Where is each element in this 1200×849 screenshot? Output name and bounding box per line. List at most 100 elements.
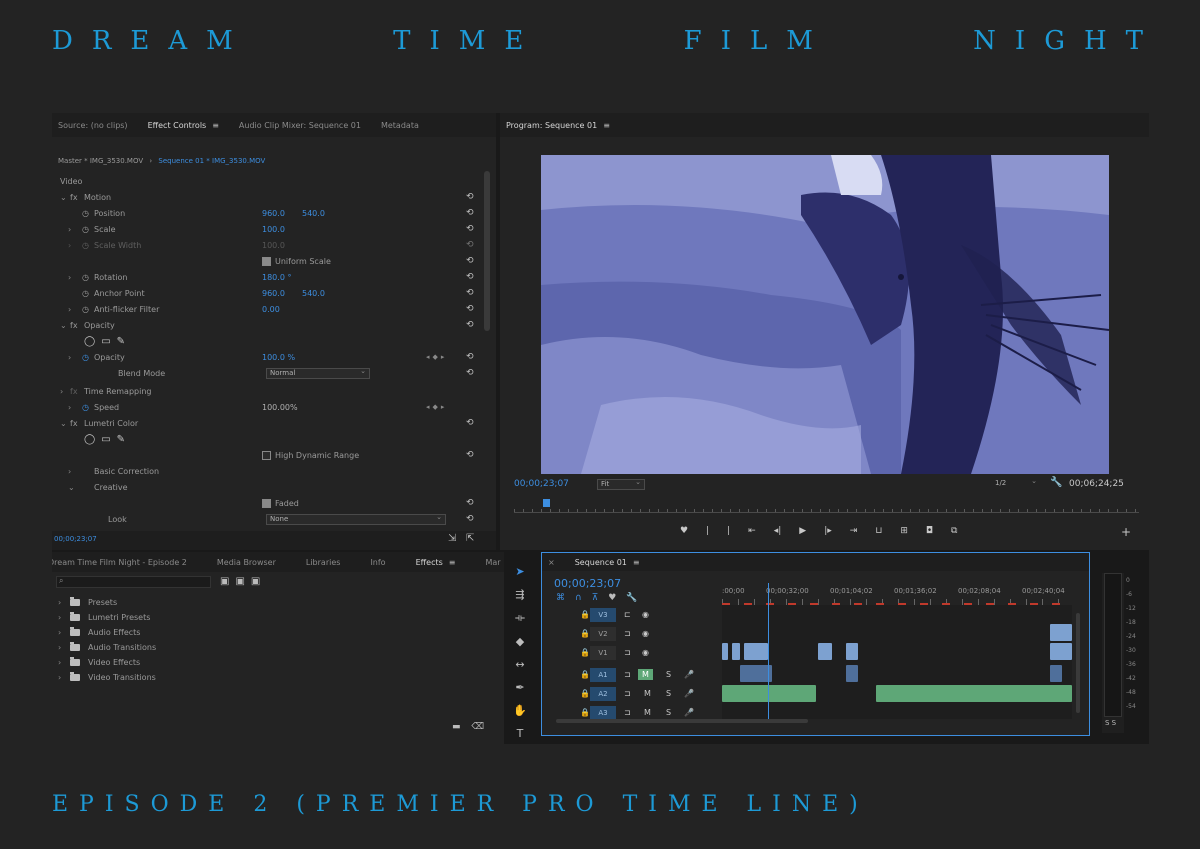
tab-program[interactable]: Program: Sequence 01 ≡ — [506, 121, 610, 130]
slip-tool-icon[interactable]: ↔ — [515, 658, 524, 671]
param-hdr[interactable]: High Dynamic Range ⟲ — [52, 447, 496, 463]
pen-tool-icon[interactable]: ✒ — [515, 681, 524, 694]
reset-icon[interactable]: ⟲ — [466, 256, 474, 266]
tab-effects[interactable]: Effects ≡ — [416, 558, 456, 567]
blend-mode-select[interactable]: Normal — [266, 367, 370, 379]
video-clip[interactable] — [732, 643, 740, 660]
list-item[interactable]: › Lumetri Presets — [58, 610, 150, 625]
eye-icon[interactable]: ◉ — [642, 648, 649, 657]
selection-tool-icon[interactable]: ➤ — [515, 565, 524, 578]
tab-metadata[interactable]: Metadata — [381, 121, 419, 130]
reset-icon[interactable]: ⟲ — [466, 320, 474, 330]
camera-icon[interactable]: ◘ — [926, 526, 933, 536]
step-back-icon[interactable]: ◂| — [774, 526, 782, 536]
ellipse-mask-icon[interactable]: ◯ — [84, 336, 101, 347]
voiceover-icon[interactable]: 🎤 — [684, 670, 694, 679]
list-item[interactable]: › Audio Transitions — [58, 640, 156, 655]
lock-icon[interactable]: 🔒 — [580, 629, 590, 638]
reset-icon[interactable]: ⟲ — [466, 288, 474, 298]
mute-toggle[interactable]: M — [638, 669, 653, 680]
hdr-checkbox[interactable] — [262, 450, 271, 460]
stopwatch-icon[interactable]: ◷ — [82, 225, 89, 234]
timeline-toggles[interactable]: ⌘∩⊼♥🔧 — [556, 593, 647, 603]
audio-clip[interactable] — [1050, 665, 1062, 682]
reset-icon[interactable]: ⟲ — [466, 450, 474, 460]
reset-icon[interactable]: ⟲ — [466, 514, 474, 524]
close-icon[interactable]: × — [548, 558, 555, 567]
list-item[interactable]: › Audio Effects — [58, 625, 140, 640]
resolution-select[interactable]: 1/2 — [992, 477, 1040, 490]
solo-toggle[interactable]: S — [666, 708, 671, 717]
wrench-icon[interactable]: 🔧 — [1050, 477, 1062, 488]
lock-icon[interactable]: 🔒 — [580, 689, 590, 698]
stopwatch-icon[interactable]: ◷ — [82, 353, 89, 362]
video-clip[interactable] — [1050, 643, 1072, 660]
program-timecode[interactable]: 00;00;23;07 — [514, 479, 569, 489]
solo-toggle[interactable]: S — [666, 670, 671, 679]
effect-row-opacity[interactable]: ⌄ fx Opacity ⟲ — [52, 317, 496, 333]
eye-icon[interactable]: ◉ — [642, 610, 649, 619]
zoom-select[interactable]: Fit — [597, 478, 645, 490]
list-item[interactable]: › Presets — [58, 595, 117, 610]
go-to-out-icon[interactable]: ⇥ — [850, 526, 858, 536]
track-scrollbar[interactable] — [1076, 613, 1080, 713]
program-scrubber[interactable] — [514, 501, 1139, 513]
reset-icon[interactable]: ⟲ — [466, 192, 474, 202]
menu-icon[interactable]: ≡ — [212, 121, 219, 130]
go-to-in-icon[interactable]: ⇤ — [748, 526, 756, 536]
stopwatch-icon[interactable]: ◷ — [82, 289, 89, 298]
program-playhead[interactable] — [543, 499, 550, 507]
video-clip[interactable] — [846, 643, 858, 660]
type-tool-icon[interactable]: T — [517, 727, 524, 740]
reset-icon[interactable]: ⟲ — [466, 418, 474, 428]
mute-toggle[interactable]: M — [644, 708, 651, 717]
lock-icon[interactable]: 🔒 — [580, 670, 590, 679]
new-bin-icon[interactable]: ▬ ⌫ — [452, 722, 488, 732]
sync-icon[interactable]: ⊐ — [624, 708, 631, 717]
keyframe-nav-icon[interactable]: ◂◆▸ — [426, 353, 447, 361]
meter-solo-buttons[interactable]: S S — [1105, 719, 1116, 727]
pen-mask-icon[interactable]: ✎ — [117, 336, 131, 347]
lock-icon[interactable]: 🔒 — [580, 648, 590, 657]
tab-markers[interactable]: Mar — [485, 558, 500, 567]
effect-timecode[interactable]: 00;00;23;07 — [54, 535, 97, 543]
eye-icon[interactable]: ◉ — [642, 629, 649, 638]
voiceover-icon[interactable]: 🎤 — [684, 689, 694, 698]
audio-clip[interactable] — [846, 665, 858, 682]
tab-effect-controls[interactable]: Effect Controls ≡ — [148, 121, 219, 130]
list-item[interactable]: › Video Transitions — [58, 670, 156, 685]
param-faded[interactable]: Faded ⟲ — [52, 495, 496, 511]
export-icon[interactable]: ⇱ — [466, 533, 474, 544]
reset-icon[interactable]: ⟲ — [466, 368, 474, 378]
list-item[interactable]: › Video Effects — [58, 655, 140, 670]
effect-row-lumetri[interactable]: ⌄ fx Lumetri Color ⟲ — [52, 415, 496, 431]
razor-tool-icon[interactable]: ◆ — [516, 635, 524, 648]
solo-toggle[interactable]: S — [666, 689, 671, 698]
extract-icon[interactable]: ⊞ — [900, 526, 908, 536]
tab-media-browser[interactable]: Media Browser — [217, 558, 276, 567]
track-select-tool-icon[interactable]: ⇶ — [515, 588, 524, 601]
lock-icon[interactable]: 🔒 — [580, 610, 590, 619]
sequence-clip-label[interactable]: Sequence 01 * IMG_3530.MOV — [158, 157, 265, 165]
video-clip[interactable] — [1050, 624, 1072, 641]
video-clip[interactable] — [722, 643, 728, 660]
mark-in-icon[interactable]: | — [706, 526, 709, 536]
stopwatch-icon[interactable]: ◷ — [82, 403, 89, 412]
stopwatch-icon[interactable]: ◷ — [82, 305, 89, 314]
step-forward-icon[interactable]: |▸ — [824, 526, 832, 536]
reset-icon[interactable]: ⟲ — [466, 272, 474, 282]
audio-clip[interactable] — [876, 685, 1072, 702]
tab-libraries[interactable]: Libraries — [306, 558, 341, 567]
sync-icon[interactable]: ⊐ — [624, 670, 631, 679]
voiceover-icon[interactable]: 🎤 — [684, 708, 694, 717]
timeline-playhead[interactable] — [768, 583, 769, 719]
lock-icon[interactable]: 🔒 — [580, 708, 590, 717]
sync-icon[interactable]: ⊐ — [624, 629, 631, 638]
lift-icon[interactable]: ⊔ — [875, 526, 882, 536]
param-uniform-scale[interactable]: Uniform Scale ⟲ — [52, 253, 496, 269]
mute-toggle[interactable]: M — [644, 689, 651, 698]
menu-icon[interactable]: ≡ — [603, 121, 610, 130]
track-area[interactable] — [722, 583, 1072, 719]
effect-row-motion[interactable]: ⌄ fx Motion ⟲ — [52, 189, 496, 205]
tab-source[interactable]: Source: (no clips) — [58, 121, 128, 130]
